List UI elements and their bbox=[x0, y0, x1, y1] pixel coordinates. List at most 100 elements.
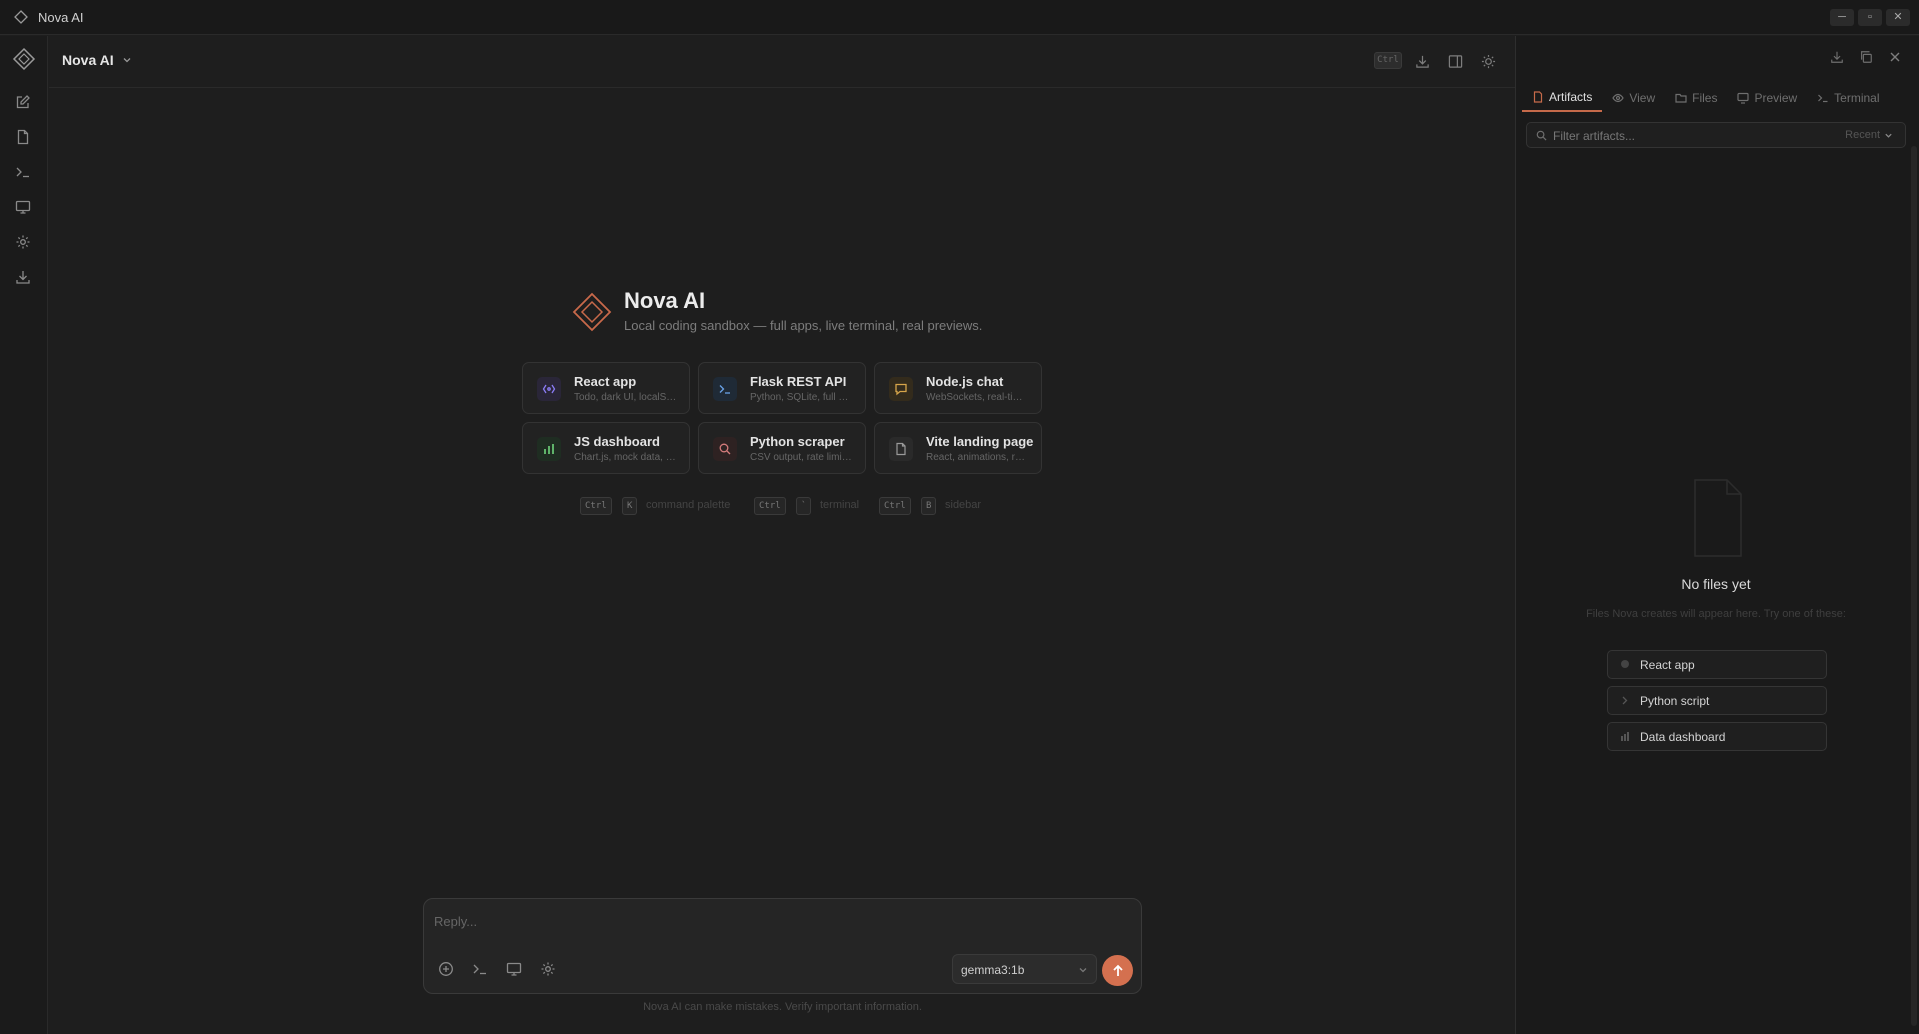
settings-gear-icon[interactable] bbox=[12, 231, 34, 253]
files-icon[interactable] bbox=[12, 126, 34, 148]
model-name: gemma3:1b bbox=[961, 963, 1025, 977]
tab-label: Terminal bbox=[1834, 91, 1880, 105]
hero-logo-icon bbox=[572, 292, 612, 332]
filter-artifacts-input[interactable] bbox=[1553, 127, 1823, 145]
bar-chart-icon bbox=[1620, 731, 1630, 741]
export-download-icon[interactable] bbox=[1412, 51, 1432, 71]
template-python-script[interactable]: Python script bbox=[1607, 686, 1827, 715]
artifact-filter: Recent bbox=[1526, 122, 1906, 148]
empty-state-title: No files yet bbox=[1681, 576, 1751, 592]
starter-title: React app bbox=[574, 374, 637, 389]
settings-gear-icon[interactable] bbox=[538, 959, 558, 979]
starter-title: Flask REST API bbox=[750, 374, 847, 389]
terminal-icon bbox=[1817, 92, 1829, 104]
sort-select[interactable]: Recent bbox=[1845, 129, 1893, 141]
workspace-switcher[interactable]: Nova AI bbox=[62, 52, 132, 68]
terminal-toggle-icon[interactable] bbox=[470, 959, 490, 979]
kbd-key: K bbox=[622, 497, 638, 515]
copy-icon[interactable] bbox=[1857, 48, 1875, 66]
bar-chart-icon bbox=[537, 437, 561, 461]
eye-icon bbox=[1612, 92, 1625, 104]
arrow-up-icon bbox=[1112, 964, 1123, 976]
dot-icon bbox=[1620, 659, 1630, 669]
kbd-key: ` bbox=[796, 497, 812, 515]
shortcut-hint: Ctrl bbox=[1374, 52, 1402, 69]
shortcut-label: command palette bbox=[646, 499, 731, 511]
template-label: React app bbox=[1640, 658, 1695, 672]
empty-state-subtitle: Files Nova creates will appear here. Try… bbox=[1586, 608, 1846, 620]
code-brackets-icon bbox=[537, 377, 561, 401]
template-label: Python script bbox=[1640, 694, 1710, 708]
tab-label: Artifacts bbox=[1549, 90, 1593, 104]
starter-subtitle: Python, SQLite, full CRUD bbox=[750, 392, 854, 403]
reply-input[interactable] bbox=[434, 909, 1124, 933]
tab-view[interactable]: View bbox=[1602, 84, 1665, 112]
chat-bubble-icon bbox=[889, 377, 913, 401]
starter-card-node-chat[interactable]: Node.js chat WebSockets, real-time rooms bbox=[874, 362, 1042, 414]
send-button[interactable] bbox=[1102, 955, 1133, 986]
template-react-app[interactable]: React app bbox=[1607, 650, 1827, 679]
chevron-right-icon bbox=[1620, 695, 1630, 705]
chevron-down-icon bbox=[122, 55, 132, 65]
tab-artifacts[interactable]: Artifacts bbox=[1522, 84, 1603, 112]
toggle-panel-icon[interactable] bbox=[1445, 51, 1465, 71]
sort-label: Recent bbox=[1845, 129, 1880, 141]
theme-sun-icon[interactable] bbox=[1478, 51, 1498, 71]
monitor-icon bbox=[1737, 92, 1750, 104]
preview-monitor-icon[interactable] bbox=[12, 196, 34, 218]
tab-label: Files bbox=[1692, 91, 1718, 105]
workspace-name: Nova AI bbox=[62, 52, 114, 68]
hero-subtitle: Local coding sandbox — full apps, live t… bbox=[624, 318, 983, 333]
starter-subtitle: WebSockets, real-time rooms bbox=[926, 392, 1030, 403]
close-window-button[interactable]: ✕ bbox=[1886, 9, 1910, 26]
tab-label: Preview bbox=[1754, 91, 1798, 105]
model-select[interactable]: gemma3:1b bbox=[952, 954, 1097, 984]
empty-file-icon bbox=[1691, 476, 1745, 560]
app-logo-icon bbox=[14, 10, 28, 24]
starter-card-flask-api[interactable]: Flask REST API Python, SQLite, full CRUD bbox=[698, 362, 866, 414]
starter-title: Node.js chat bbox=[926, 374, 1004, 389]
starter-card-vite-landing[interactable]: Vite landing page React, animations, res… bbox=[874, 422, 1042, 474]
download-icon[interactable] bbox=[1828, 48, 1846, 66]
message-composer: gemma3:1b bbox=[423, 898, 1142, 994]
kbd-key: B bbox=[921, 497, 937, 515]
starter-title: Python scraper bbox=[750, 434, 845, 449]
starter-card-react-app[interactable]: React app Todo, dark UI, localStorage bbox=[522, 362, 690, 414]
main-header: Nova AI Ctrl bbox=[49, 36, 1515, 88]
search-icon bbox=[713, 437, 737, 461]
starter-title: Vite landing page bbox=[926, 434, 1034, 449]
template-label: Data dashboard bbox=[1640, 730, 1726, 744]
download-icon[interactable] bbox=[12, 266, 34, 288]
tab-preview[interactable]: Preview bbox=[1727, 84, 1807, 112]
left-rail bbox=[0, 36, 48, 1034]
disclaimer-text: Nova AI can make mistakes. Verify import… bbox=[643, 1001, 922, 1013]
starter-subtitle: Todo, dark UI, localStorage bbox=[574, 392, 678, 403]
kbd-ctrl: Ctrl bbox=[754, 497, 786, 515]
kbd-ctrl: Ctrl bbox=[879, 497, 911, 515]
chevron-down-icon bbox=[1078, 965, 1088, 975]
window-titlebar: Nova AI ─ ▫ ✕ bbox=[0, 0, 1919, 35]
tab-label: View bbox=[1629, 91, 1656, 105]
maximize-button[interactable]: ▫ bbox=[1858, 9, 1882, 26]
chevron-down-icon bbox=[1884, 131, 1893, 140]
shortcut-label: sidebar bbox=[945, 499, 982, 511]
terminal-icon[interactable] bbox=[12, 161, 34, 183]
minimize-button[interactable]: ─ bbox=[1830, 9, 1854, 26]
starter-title: JS dashboard bbox=[574, 434, 660, 449]
close-panel-icon[interactable] bbox=[1886, 48, 1904, 66]
starter-subtitle: React, animations, responsive bbox=[926, 452, 1030, 463]
starter-card-js-dashboard[interactable]: JS dashboard Chart.js, mock data, filter… bbox=[522, 422, 690, 474]
template-data-dashboard[interactable]: Data dashboard bbox=[1607, 722, 1827, 751]
attach-plus-icon[interactable] bbox=[436, 959, 456, 979]
preview-monitor-icon[interactable] bbox=[504, 959, 524, 979]
tab-files[interactable]: Files bbox=[1665, 84, 1727, 112]
terminal-prompt-icon bbox=[713, 377, 737, 401]
tab-terminal[interactable]: Terminal bbox=[1807, 84, 1889, 112]
document-icon bbox=[1532, 91, 1544, 103]
nova-logo-icon[interactable] bbox=[11, 46, 37, 72]
panel-tabs: Artifacts View Files Preview Terminal bbox=[1522, 84, 1890, 112]
starter-card-python-scraper[interactable]: Python scraper CSV output, rate limiting bbox=[698, 422, 866, 474]
window-title: Nova AI bbox=[38, 10, 84, 25]
search-icon bbox=[1536, 130, 1547, 141]
new-chat-icon[interactable] bbox=[12, 91, 34, 113]
